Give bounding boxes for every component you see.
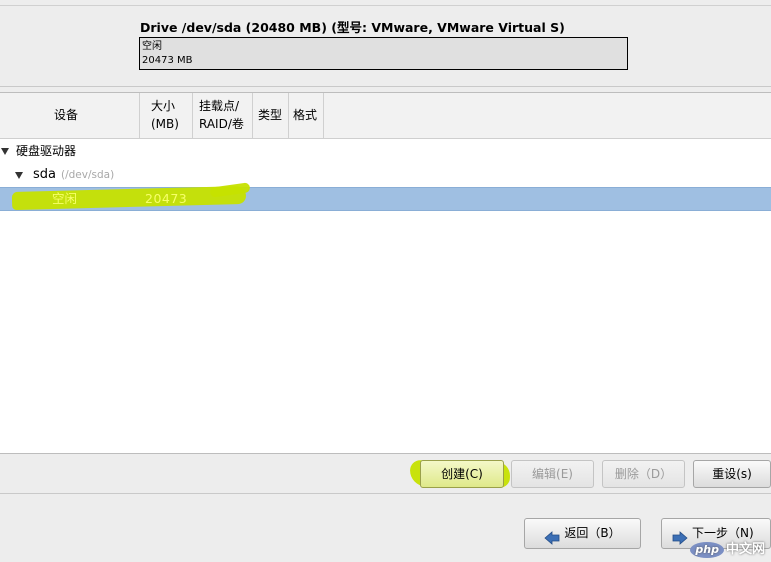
disk-bar-free-size: 20473 MB <box>142 55 193 66</box>
column-header-mount[interactable]: 挂载点/ RAID/卷 <box>193 93 253 138</box>
tree-row-hard-drives[interactable]: 硬盘驱动器 <box>0 139 771 163</box>
expander-down-icon[interactable] <box>15 172 23 179</box>
column-header-device-label: 设备 <box>54 108 79 122</box>
column-header-size-line1: 大小 <box>151 99 176 113</box>
column-header-format-label: 格式 <box>293 108 318 122</box>
reset-button[interactable]: 重设(s) <box>693 460 771 488</box>
column-header-format[interactable]: 格式 <box>289 93 324 138</box>
back-button-label: 返回（B） <box>564 526 621 540</box>
column-header-size-line2: (MB) <box>151 117 179 131</box>
watermark-badge: php <box>690 542 724 558</box>
delete-button[interactable]: 删除（D） <box>602 460 685 488</box>
column-header-mount-line1: 挂载点/ <box>199 99 240 113</box>
edit-button[interactable]: 编辑(E) <box>511 460 594 488</box>
expander-down-icon[interactable] <box>1 148 9 155</box>
installer-partition-screen: Drive /dev/sda (20480 MB) (型号: VMware, V… <box>0 0 771 562</box>
top-divider <box>0 5 771 6</box>
watermark: php 中文网 <box>690 538 765 558</box>
partition-table[interactable]: 设备 大小 (MB) 挂载点/ RAID/卷 类型 格式 硬盘驱动器 sda (… <box>0 92 771 454</box>
column-header-size[interactable]: 大小 (MB) <box>140 93 193 138</box>
drive-title: Drive /dev/sda (20480 MB) (型号: VMware, V… <box>140 20 565 35</box>
tree-row-sda[interactable]: sda (/dev/sda) <box>0 163 771 187</box>
free-space-size: 20473 <box>145 191 188 206</box>
disk-bar-free-label: 空闲 <box>142 41 162 52</box>
back-button[interactable]: 返回（B） <box>524 518 641 549</box>
drive-summary-panel: Drive /dev/sda (20480 MB) (型号: VMware, V… <box>0 0 771 87</box>
bottom-divider <box>0 493 771 494</box>
column-header-mount-line2: RAID/卷 <box>199 117 244 131</box>
arrow-right-icon <box>672 527 688 545</box>
disk-path: (/dev/sda) <box>61 169 115 181</box>
column-header-type-label: 类型 <box>258 108 283 122</box>
tree-row-free-space[interactable]: 空闲 20473 <box>0 182 771 211</box>
watermark-text: 中文网 <box>725 542 765 557</box>
column-header-device[interactable]: 设备 <box>0 93 140 138</box>
create-button[interactable]: 创建(C) <box>420 460 504 488</box>
disk-name: sda <box>33 167 56 182</box>
arrow-left-icon <box>544 527 560 545</box>
column-header-type[interactable]: 类型 <box>253 93 289 138</box>
free-space-label: 空闲 <box>52 191 78 206</box>
disk-usage-bar: 空闲 20473 MB <box>139 37 628 70</box>
tree-group-label: 硬盘驱动器 <box>16 144 77 158</box>
table-header: 设备 大小 (MB) 挂载点/ RAID/卷 类型 格式 <box>0 93 771 139</box>
